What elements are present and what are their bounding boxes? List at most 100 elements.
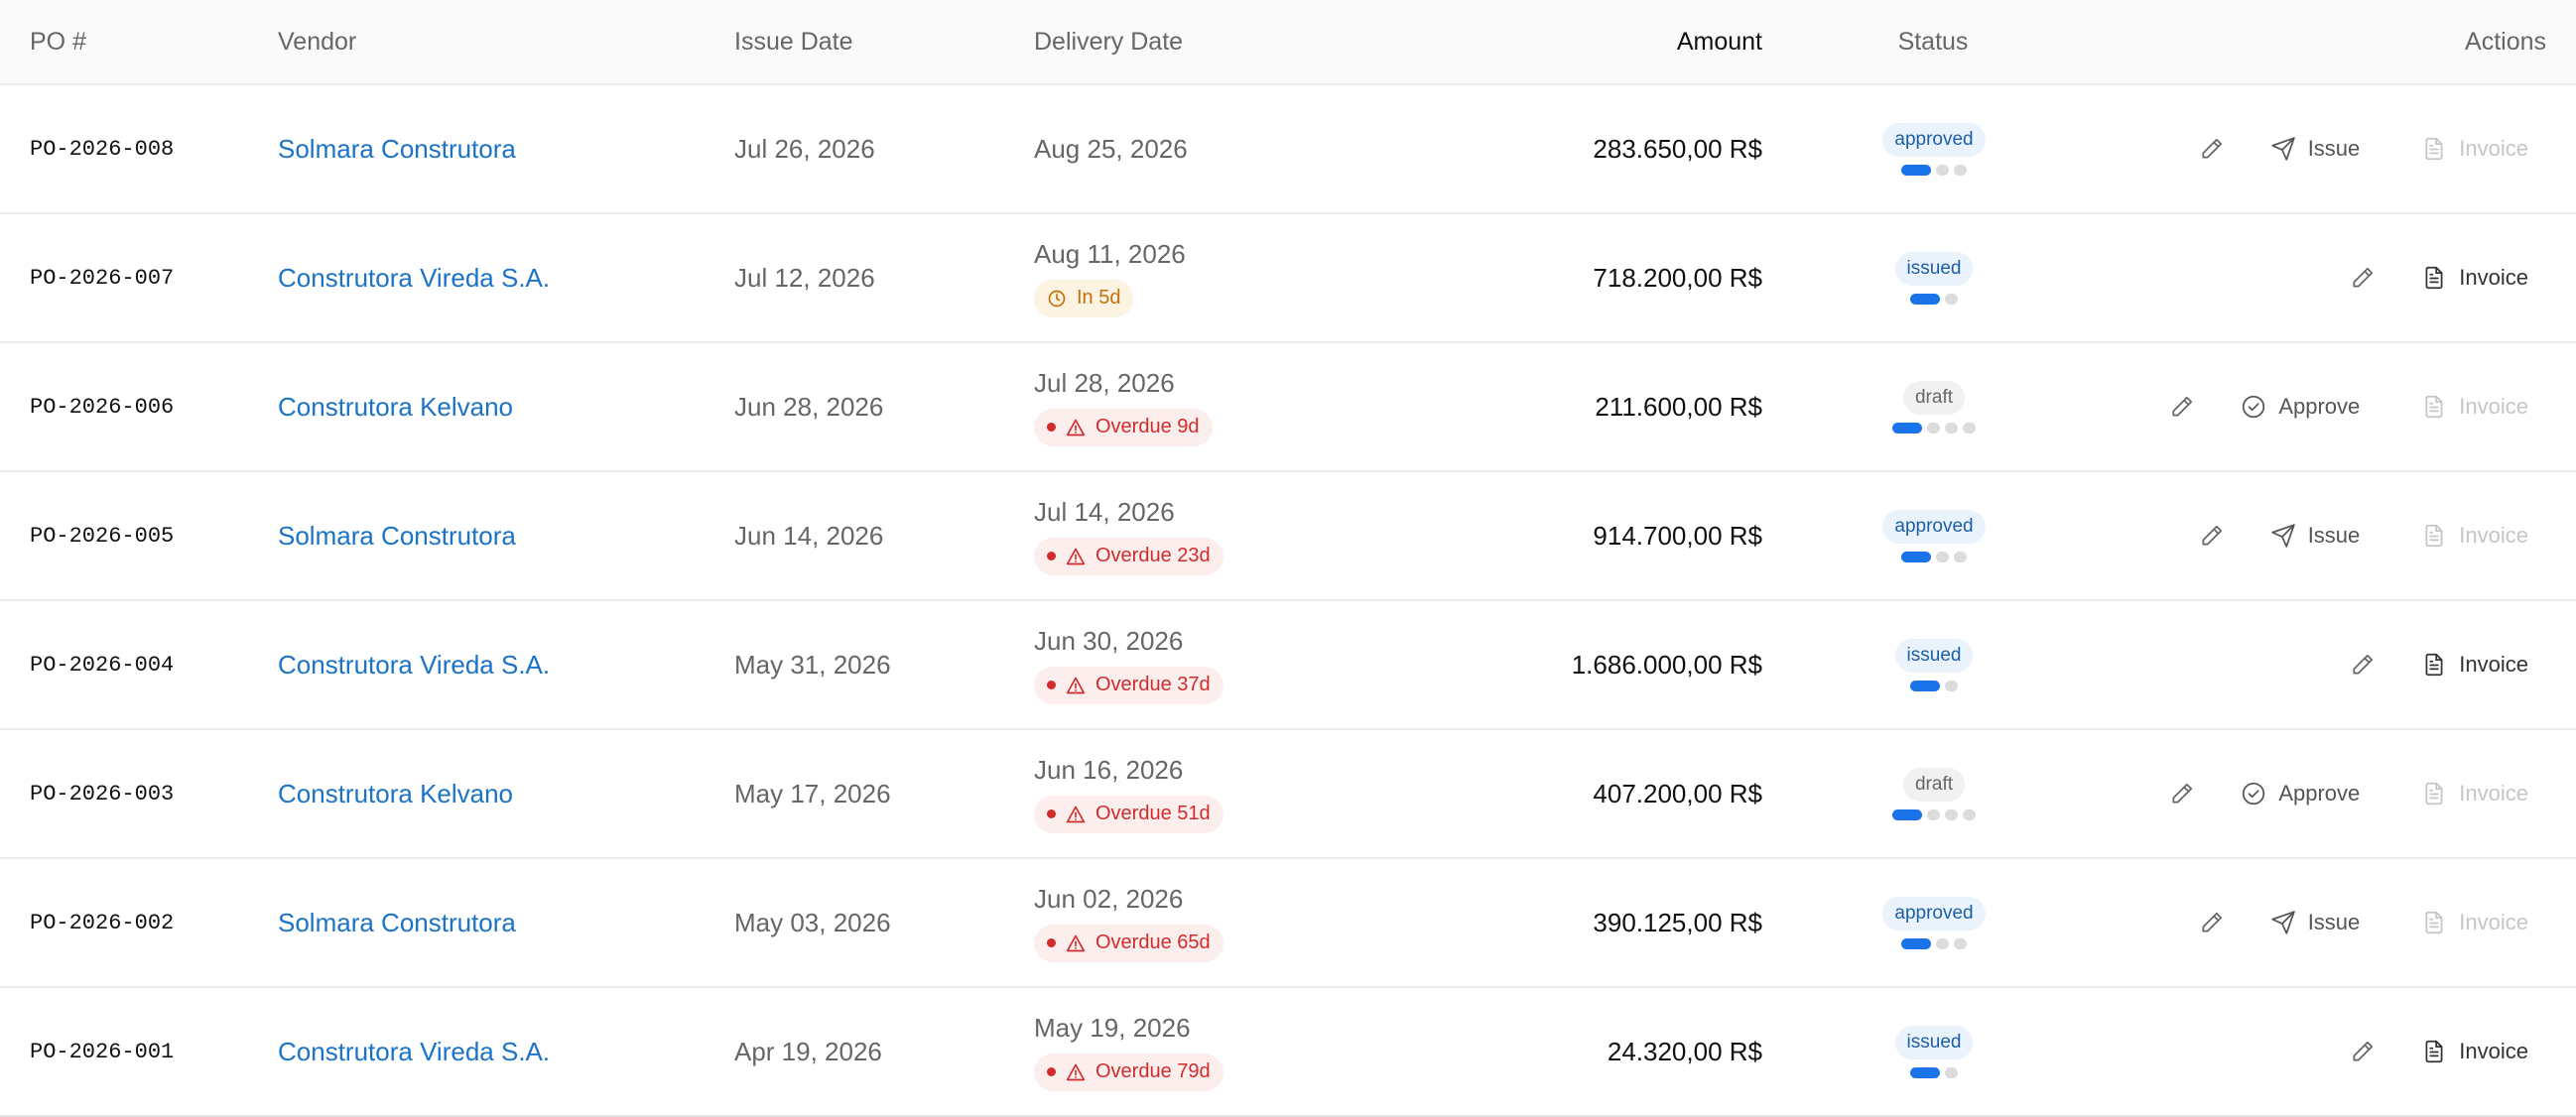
status-badge: draft (1902, 767, 1966, 802)
file-text-icon (2425, 395, 2443, 419)
issue-button[interactable]: Issue (2270, 136, 2360, 162)
status-cell: issued (1879, 638, 1989, 691)
delivery-cell: May 19, 2026 Overdue 79d (1034, 988, 1407, 1115)
table-row: PO-2026-004 Construtora Vireda S.A. May … (0, 601, 2576, 730)
edit-button[interactable] (2169, 394, 2195, 420)
due-text: Overdue 23d (1095, 545, 1211, 566)
vendor-link[interactable]: Construtora Vireda S.A. (278, 263, 550, 294)
progress-step (1954, 937, 1967, 949)
due-text: Overdue 37d (1095, 674, 1211, 695)
progress-step (1927, 422, 1940, 434)
edit-button[interactable] (2350, 1039, 2376, 1064)
delivery-date: Jul 14, 2026 (1034, 496, 1175, 527)
table-row: PO-2026-006 Construtora Kelvano Jun 28, … (0, 343, 2576, 472)
progress-step (1963, 422, 1976, 434)
table-body: PO-2026-008 Solmara Construtora Jul 26, … (0, 85, 2576, 1117)
due-text: In 5d (1077, 287, 1121, 309)
status-cell: issued (1879, 1025, 1989, 1078)
vendor-link[interactable]: Solmara Construtora (278, 521, 516, 552)
issue-date: May 17, 2026 (734, 778, 891, 808)
delivery-date: Aug 11, 2026 (1034, 238, 1186, 269)
action-label: Invoice (2459, 781, 2528, 806)
issue-button[interactable]: Issue (2270, 910, 2360, 935)
amount: 718.200,00 R$ (1593, 262, 1762, 293)
alert-triangle-icon (1066, 419, 1086, 435)
status-badge: issued (1894, 1025, 1974, 1059)
due-soon-badge: In 5d (1034, 279, 1134, 317)
vendor-link[interactable]: Construtora Kelvano (278, 779, 513, 809)
status-badge: approved (1882, 509, 1986, 544)
invoice-button[interactable]: Invoice (2421, 652, 2528, 678)
actions-cell: Approve Invoice (2010, 343, 2576, 470)
overdue-dot (1047, 809, 1056, 818)
delivery-cell: Jun 16, 2026 Overdue 51d (1034, 730, 1407, 857)
progress-step-active (1901, 164, 1931, 176)
file-text-icon (2425, 911, 2443, 934)
status-cell: draft (1879, 767, 1989, 820)
overdue-badge: Overdue 37d (1034, 666, 1224, 704)
vendor-link[interactable]: Construtora Vireda S.A. (278, 650, 550, 681)
edit-button[interactable] (2199, 136, 2225, 162)
status-cell: approved (1879, 509, 1989, 562)
edit-button[interactable] (2199, 910, 2225, 935)
column-header-delivery-date: Delivery Date (1034, 27, 1184, 56)
alert-triangle-icon (1066, 677, 1086, 693)
invoice-button: Invoice (2421, 781, 2528, 807)
issue-date: Apr 19, 2026 (734, 1036, 882, 1066)
edit-button[interactable] (2350, 652, 2376, 678)
issue-date: Jul 26, 2026 (734, 133, 875, 164)
progress-step (1936, 551, 1949, 562)
vendor-link[interactable]: Solmara Construtora (278, 908, 516, 938)
po-number: PO-2026-001 (30, 1039, 175, 1064)
vendor-link[interactable]: Construtora Kelvano (278, 392, 513, 423)
invoice-button[interactable]: Invoice (2421, 265, 2528, 291)
pencil-icon (2202, 138, 2222, 159)
status-badge: draft (1902, 380, 1966, 415)
check-circle-icon (2243, 395, 2265, 419)
progress-step (1945, 293, 1958, 305)
overdue-dot (1047, 1067, 1056, 1076)
po-number: PO-2026-003 (30, 781, 175, 807)
progress-step-active (1910, 680, 1940, 691)
table-header: PO # Vendor Issue Date Delivery Date Amo… (0, 0, 2576, 85)
overdue-dot (1047, 681, 1056, 689)
progress-step (1945, 808, 1958, 820)
delivery-cell: Jun 30, 2026 Overdue 37d (1034, 601, 1407, 728)
alert-triangle-icon (1066, 548, 1086, 564)
invoice-button: Invoice (2421, 394, 2528, 420)
pencil-icon (2202, 912, 2222, 932)
due-text: Overdue 51d (1095, 803, 1211, 824)
actions-cell: Issue Invoice (2010, 472, 2576, 599)
vendor-link[interactable]: Solmara Construtora (278, 134, 516, 165)
progress-step (1945, 422, 1958, 434)
edit-button[interactable] (2169, 781, 2195, 807)
amount: 24.320,00 R$ (1607, 1036, 1762, 1066)
due-text: Overdue 65d (1095, 931, 1211, 953)
delivery-date: May 19, 2026 (1034, 1012, 1191, 1043)
invoice-button: Invoice (2421, 523, 2528, 549)
invoice-button[interactable]: Invoice (2421, 1039, 2528, 1064)
progress-step-active (1892, 422, 1922, 434)
progress-step-active (1892, 808, 1922, 820)
column-header-issue-date: Issue Date (734, 27, 853, 56)
issue-date: Jun 14, 2026 (734, 520, 884, 551)
edit-button[interactable] (2350, 265, 2376, 291)
action-label: Invoice (2459, 265, 2528, 290)
actions-cell: Issue Invoice (2010, 859, 2576, 986)
status-progress (1892, 422, 1976, 434)
actions-cell: Invoice (2010, 601, 2576, 728)
vendor-link[interactable]: Construtora Vireda S.A. (278, 1037, 550, 1067)
edit-button[interactable] (2199, 523, 2225, 549)
po-number: PO-2026-008 (30, 136, 175, 162)
approve-button[interactable]: Approve (2241, 781, 2360, 807)
check-circle-icon (2243, 782, 2265, 806)
delivery-date: Jul 28, 2026 (1034, 367, 1175, 398)
approve-button[interactable]: Approve (2241, 394, 2360, 420)
action-label: Invoice (2459, 910, 2528, 934)
due-text: Overdue 79d (1095, 1060, 1211, 1082)
action-label: Invoice (2459, 523, 2528, 548)
amount: 407.200,00 R$ (1593, 778, 1762, 808)
issue-button[interactable]: Issue (2270, 523, 2360, 549)
file-text-icon (2425, 137, 2443, 161)
send-icon (2270, 911, 2295, 934)
